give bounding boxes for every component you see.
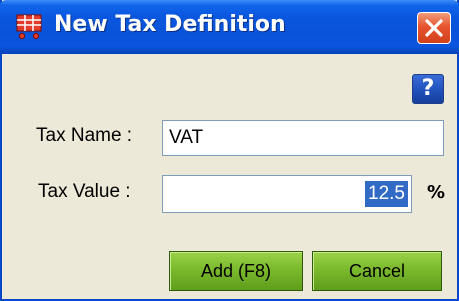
close-icon <box>425 19 443 37</box>
tax-name-input[interactable] <box>162 120 444 156</box>
cancel-button[interactable]: Cancel <box>312 251 442 291</box>
window-title: New Tax Definition <box>54 12 286 37</box>
shopping-cart-icon <box>14 12 44 40</box>
tax-definition-dialog: New Tax Definition ? Tax Name : Tax Valu… <box>0 0 459 301</box>
add-button[interactable]: Add (F8) <box>169 251 303 291</box>
close-button[interactable] <box>417 12 451 44</box>
help-button[interactable]: ? <box>412 74 444 104</box>
percent-symbol: % <box>427 182 446 203</box>
tax-value-text: 12.5 <box>365 181 408 207</box>
tax-value-input[interactable]: 12.5 <box>162 175 412 213</box>
title-bar[interactable]: New Tax Definition <box>0 0 459 54</box>
tax-name-label: Tax Name : <box>36 125 133 146</box>
tax-value-label: Tax Value : <box>38 181 131 202</box>
